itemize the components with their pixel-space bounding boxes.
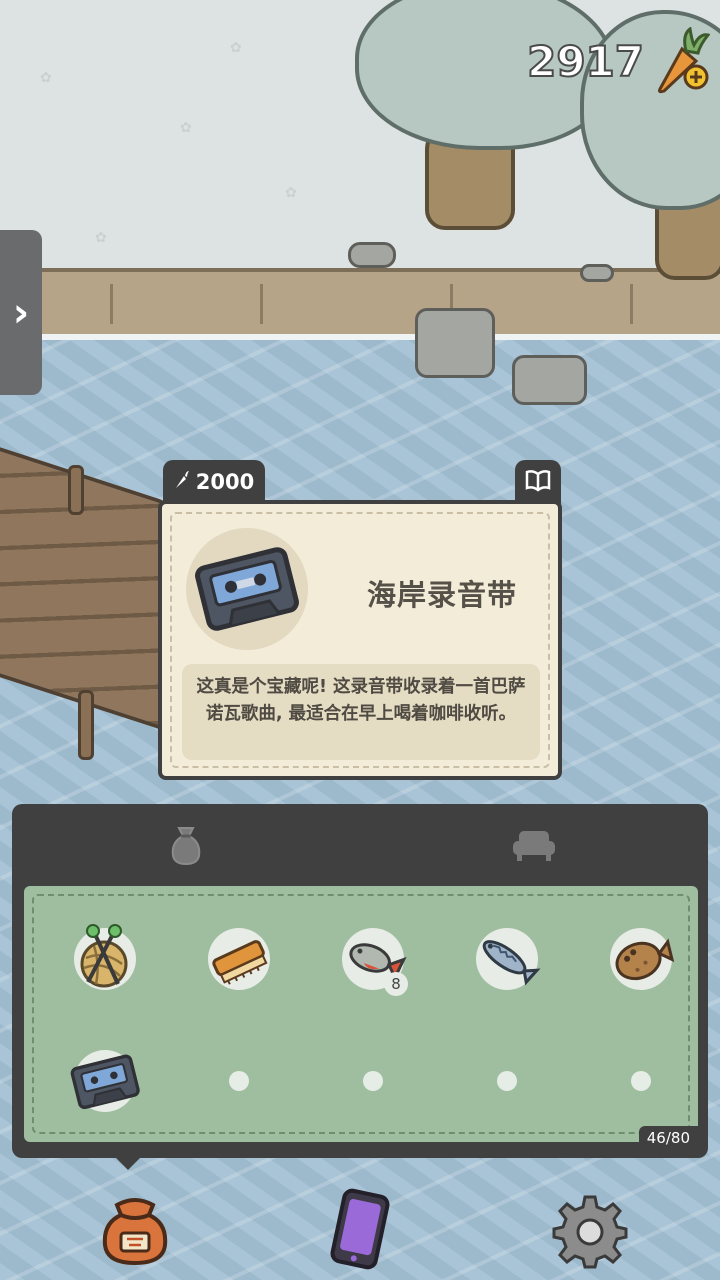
item-price: 2000	[195, 470, 255, 494]
inventory-slot[interactable]	[472, 924, 542, 994]
snow-flake-decor: ✿	[230, 40, 242, 56]
carrot-currency[interactable]: 2917	[526, 26, 711, 96]
nav-phone-button[interactable]	[315, 1184, 405, 1274]
carrot-count: 2917	[526, 36, 645, 87]
item-name: 海岸录音带	[366, 578, 517, 612]
empty-slot-dot	[229, 1071, 249, 1091]
scrub-brush-icon	[212, 940, 268, 985]
item-guide-button[interactable]	[515, 460, 561, 504]
flatfish-icon	[615, 938, 675, 981]
carrot-plus-icon[interactable]	[652, 26, 711, 95]
inventory-slot[interactable]	[70, 1046, 140, 1116]
book-icon	[525, 468, 551, 496]
inventory-slot-empty[interactable]	[606, 1046, 676, 1116]
empty-slot-dot	[497, 1071, 517, 1091]
empty-slot-dot	[363, 1071, 383, 1091]
boulder	[415, 308, 495, 378]
snow-flake-decor: ✿	[95, 230, 107, 246]
snow-flake-decor: ✿	[285, 185, 297, 201]
backpack-sack-icon	[102, 1198, 168, 1266]
item-detail-card: 海岸录音带 这真是个宝藏呢! 这录音带收录着一首巴萨诺瓦歌曲, 最适合在早上喝着…	[158, 500, 562, 780]
item-stack-count: 8	[384, 972, 408, 996]
inventory-tab-bar	[12, 804, 708, 886]
boulder	[512, 355, 587, 405]
inventory-slot-empty[interactable]	[338, 1046, 408, 1116]
yarn-ball-icon	[80, 924, 128, 988]
nav-backpack-button[interactable]	[90, 1184, 180, 1274]
inventory-slot[interactable]	[606, 924, 676, 994]
snow-flake-decor: ✿	[180, 120, 192, 136]
cassette-tape-icon	[195, 547, 299, 631]
panel-pointer	[114, 1156, 142, 1170]
side-drawer-toggle[interactable]: ›	[0, 230, 42, 395]
inventory-slot[interactable]	[204, 924, 274, 994]
inventory-slot[interactable]: 8	[338, 924, 408, 996]
item-icon-frame	[186, 528, 308, 650]
nav-settings-button[interactable]	[545, 1184, 635, 1274]
phone-icon	[330, 1188, 390, 1270]
inventory-slot-empty[interactable]	[472, 1046, 542, 1116]
carrot-icon	[174, 470, 190, 495]
tab-items[interactable]	[12, 804, 360, 886]
small-rock	[348, 242, 396, 268]
item-price-tag: 2000	[163, 460, 265, 504]
chevron-right-icon: ›	[12, 289, 30, 336]
mackerel-icon	[482, 940, 541, 986]
inventory-panel: 8 46/80	[12, 882, 708, 1158]
snowy-cliff	[30, 268, 720, 340]
small-rock	[580, 264, 614, 282]
furniture-icon	[513, 831, 555, 861]
dock-post	[68, 465, 84, 515]
item-description: 这真是个宝藏呢! 这录音带收录着一首巴萨诺瓦歌曲, 最适合在早上喝着咖啡收听。	[182, 664, 540, 760]
empty-slot-dot	[631, 1071, 651, 1091]
settings-gear-icon	[552, 1195, 628, 1269]
tab-furniture[interactable]	[360, 804, 708, 886]
dock-post	[78, 690, 94, 760]
inventory-grid: 8	[24, 886, 698, 1142]
bag-icon	[171, 827, 201, 866]
inventory-slot[interactable]	[70, 924, 140, 994]
inventory-capacity: 46/80	[638, 1126, 698, 1150]
inventory-slot-empty[interactable]	[204, 1046, 274, 1116]
cassette-tape-icon	[70, 1054, 140, 1110]
snow-flake-decor: ✿	[40, 70, 52, 86]
